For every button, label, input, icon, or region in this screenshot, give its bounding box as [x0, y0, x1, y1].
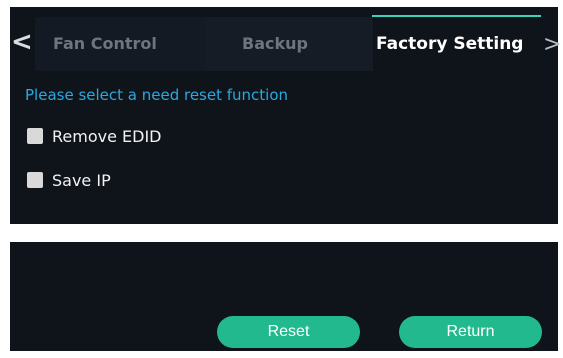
active-tab-indicator	[372, 15, 541, 17]
tab-factory-setting[interactable]: Factory Setting	[376, 34, 523, 54]
save-ip-label: Save IP	[52, 171, 111, 190]
tab-fan-control[interactable]: Fan Control	[53, 34, 157, 53]
remove-edid-checkbox[interactable]	[27, 128, 43, 144]
remove-edid-label: Remove EDID	[52, 127, 162, 146]
return-button[interactable]: Return	[399, 316, 542, 348]
reset-button[interactable]: Reset	[217, 316, 360, 348]
tab-bar: < Fan Control Backup Factory Setting >	[10, 7, 561, 79]
chevron-right-icon[interactable]: >	[543, 32, 561, 58]
tab-backup[interactable]: Backup	[242, 34, 308, 53]
reset-function-prompt: Please select a need reset function	[25, 86, 289, 104]
factory-setting-panel: < Fan Control Backup Factory Setting > P…	[10, 7, 561, 224]
action-panel: Reset Return	[10, 242, 558, 351]
save-ip-checkbox[interactable]	[27, 172, 43, 188]
chevron-left-icon[interactable]: <	[11, 29, 33, 55]
